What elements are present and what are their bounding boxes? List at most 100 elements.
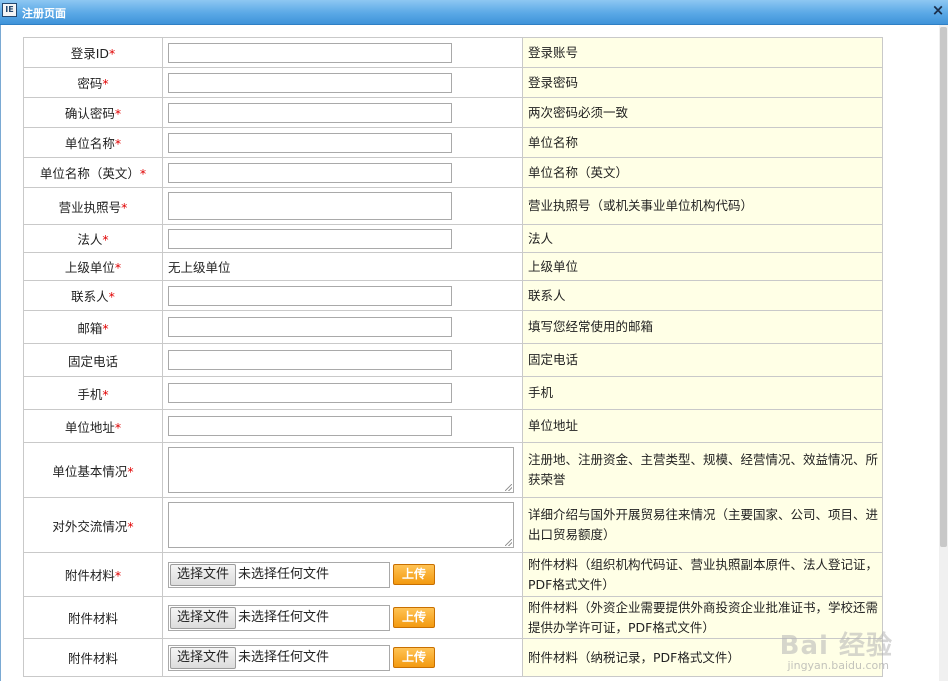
resize-grip-icon[interactable] xyxy=(505,539,512,546)
required-mark: * xyxy=(139,166,147,181)
choose-file-button[interactable]: 选择文件 xyxy=(170,563,237,586)
text-input[interactable] xyxy=(168,192,452,220)
field-label: 登录ID xyxy=(70,46,110,61)
field-input-cell: 选择文件 未选择任何文件 上传 xyxy=(162,638,523,677)
window-title: 注册页面 xyxy=(22,7,66,20)
field-label: 对外交流情况 xyxy=(52,518,128,534)
field-description: 上级单位 xyxy=(522,252,883,281)
form-row: 联系人* 联系人 xyxy=(23,280,883,311)
field-input-cell: 选择文件 未选择任何文件 上传 xyxy=(162,596,523,639)
field-label-cell: 单位地址* xyxy=(23,409,163,443)
upload-button[interactable]: 上传 xyxy=(393,647,435,668)
text-input[interactable] xyxy=(168,72,452,93)
required-mark: * xyxy=(102,320,109,336)
text-input[interactable] xyxy=(168,162,452,183)
registration-form: 登录ID* 登录账号 密码* 登录密码 确认密码* 两次密码必须一致 单位名称* 单位名称 单位… xyxy=(23,37,883,677)
field-input-cell: 选择文件 未选择任何文件 上传 xyxy=(162,552,523,597)
field-input-cell xyxy=(162,187,523,225)
field-description: 联系人 xyxy=(522,280,883,311)
required-mark: * xyxy=(114,260,122,275)
form-row: 单位地址* 单位地址 xyxy=(23,409,883,443)
field-label-cell: 附件材料 xyxy=(23,638,163,677)
resize-grip-icon[interactable] xyxy=(505,484,512,491)
field-label-cell: 确认密码* xyxy=(23,97,163,128)
field-label-cell: 附件材料 xyxy=(23,596,163,639)
field-label-cell: 联系人* xyxy=(23,280,163,311)
file-input[interactable]: 选择文件 未选择任何文件 xyxy=(168,561,390,588)
required-mark: * xyxy=(127,463,134,479)
choose-file-button[interactable]: 选择文件 xyxy=(170,606,237,629)
field-label: 密码 xyxy=(77,76,103,91)
field-label: 单位地址 xyxy=(64,419,115,435)
required-mark: * xyxy=(109,46,116,61)
field-description: 固定电话 xyxy=(522,343,883,377)
field-label: 单位名称 xyxy=(64,136,115,151)
required-mark: * xyxy=(127,518,134,534)
text-input[interactable] xyxy=(168,42,452,63)
field-label-cell: 单位基本情况* xyxy=(23,442,163,498)
required-mark: * xyxy=(102,386,109,402)
file-input[interactable]: 选择文件 未选择任何文件 xyxy=(168,604,390,631)
field-label: 上级单位 xyxy=(64,260,115,275)
field-description: 营业执照号（或机关事业单位机构代码） xyxy=(522,187,883,225)
upload-button[interactable]: 上传 xyxy=(393,564,435,585)
field-label: 邮箱 xyxy=(77,320,103,336)
field-label: 单位名称（英文） xyxy=(39,166,140,181)
form-row: 单位名称* 单位名称 xyxy=(23,127,883,158)
field-input-cell xyxy=(162,37,523,68)
field-input-cell xyxy=(162,157,523,188)
static-value: 无上级单位 xyxy=(168,260,231,275)
required-mark: * xyxy=(114,106,122,121)
field-label-cell: 上级单位* xyxy=(23,252,163,281)
watermark-url: jingyan.baidu.com xyxy=(787,659,889,672)
form-row: 单位名称（英文）* 单位名称（英文） xyxy=(23,157,883,188)
file-input[interactable]: 选择文件 未选择任何文件 xyxy=(168,644,390,671)
field-description: 登录账号 xyxy=(522,37,883,68)
window-titlebar: IE 注册页面 × xyxy=(0,0,948,25)
text-input[interactable] xyxy=(168,416,452,436)
field-label: 附件材料 xyxy=(64,568,115,583)
text-input[interactable] xyxy=(168,350,452,370)
text-input[interactable] xyxy=(168,383,452,403)
field-label: 附件材料 xyxy=(67,611,118,626)
field-label: 联系人 xyxy=(71,289,109,304)
field-input-cell xyxy=(162,343,523,377)
app-icon: IE xyxy=(2,3,17,17)
required-mark: * xyxy=(114,419,122,435)
field-description: 注册地、注册资金、主营类型、规模、经营情况、效益情况、所获荣誉 xyxy=(522,442,883,498)
required-mark: * xyxy=(108,289,115,304)
field-input-cell xyxy=(162,224,523,253)
close-icon[interactable]: × xyxy=(930,2,946,18)
field-label: 固定电话 xyxy=(67,353,118,369)
textarea-input[interactable] xyxy=(168,502,514,548)
field-label-cell: 单位名称* xyxy=(23,127,163,158)
required-mark: * xyxy=(121,199,128,215)
field-description: 法人 xyxy=(522,224,883,253)
field-input-cell xyxy=(162,67,523,98)
choose-file-button[interactable]: 选择文件 xyxy=(170,646,237,669)
text-input[interactable] xyxy=(168,132,452,153)
field-label-cell: 邮箱* xyxy=(23,310,163,344)
text-input[interactable] xyxy=(168,228,452,249)
field-label-cell: 登录ID* xyxy=(23,37,163,68)
form-row: 单位基本情况* 注册地、注册资金、主营类型、规模、经营情况、效益情况、所获荣誉 xyxy=(23,442,883,498)
form-row: 登录ID* 登录账号 xyxy=(23,37,883,68)
vertical-scrollbar[interactable] xyxy=(939,25,948,681)
textarea-input[interactable] xyxy=(168,447,514,493)
field-input-cell xyxy=(162,409,523,443)
field-label-cell: 对外交流情况* xyxy=(23,497,163,553)
upload-button[interactable]: 上传 xyxy=(393,607,435,628)
field-label: 单位基本情况 xyxy=(52,463,128,479)
text-input[interactable] xyxy=(168,285,452,306)
form-row: 密码* 登录密码 xyxy=(23,67,883,98)
field-label: 营业执照号 xyxy=(58,199,122,215)
form-row: 上级单位* 无上级单位 上级单位 xyxy=(23,252,883,281)
field-input-cell: 无上级单位 xyxy=(162,252,523,281)
field-input-cell xyxy=(162,97,523,128)
text-input[interactable] xyxy=(168,102,452,123)
scrollbar-thumb[interactable] xyxy=(940,27,947,547)
registration-page: 登录ID* 登录账号 密码* 登录密码 确认密码* 两次密码必须一致 单位名称* 单位名称 单位… xyxy=(0,25,948,681)
field-description: 手机 xyxy=(522,376,883,410)
field-label: 手机 xyxy=(77,386,103,402)
text-input[interactable] xyxy=(168,317,452,337)
